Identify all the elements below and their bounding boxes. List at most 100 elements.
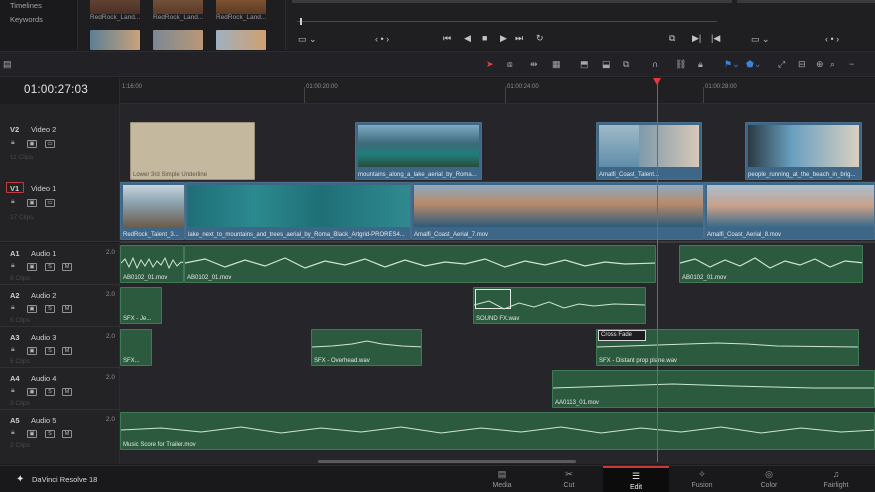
lock-icon[interactable]: 🔒︎ xyxy=(11,262,15,270)
auto-track-icon[interactable]: ▣ xyxy=(27,199,37,207)
v1-lake-clip[interactable]: lake_next_to_mountains_and_trees_aerial_… xyxy=(185,182,411,240)
a3-distant-prop-clip[interactable]: Cross Fade SFX - Distant prop plane.wav xyxy=(596,329,859,366)
a4-clip[interactable]: AA0113_01.mov xyxy=(552,370,875,408)
auto-track-icon[interactable]: ▣ xyxy=(27,388,37,396)
record-jog-control-icon[interactable]: ‹ • › xyxy=(825,34,839,44)
position-lock-icon[interactable]: 🔒︎ xyxy=(698,59,703,69)
page-tab-media[interactable]: ▤ Media xyxy=(469,466,535,492)
zoom-custom-icon[interactable]: ⊕ xyxy=(816,59,824,69)
v2-title-clip[interactable]: Lower 3rd Simple Underline xyxy=(130,122,255,180)
viewer-scrubber[interactable] xyxy=(297,21,717,22)
v2-amalfi-talent-clip[interactable]: Amalfi_Coast_Talent... xyxy=(596,122,702,180)
page-tab-color[interactable]: ◎ Color xyxy=(736,466,802,492)
lock-icon[interactable]: 🔒︎ xyxy=(11,429,15,437)
track-name[interactable]: Audio 5 xyxy=(31,416,56,425)
playhead[interactable] xyxy=(657,78,658,462)
a3-overhead-clip[interactable]: SFX - Overhead.wav xyxy=(311,329,422,366)
linked-selection-icon[interactable]: ⛓ xyxy=(675,59,686,69)
v1-amalfi8-clip[interactable]: Amalfi_Coast_Aerial_8.mov xyxy=(704,182,875,240)
auto-track-icon[interactable]: ▣ xyxy=(27,305,37,313)
v2-people-clip[interactable]: people_running_at_the_beach_in_brig... xyxy=(745,122,862,180)
a2-sound-fx-clip[interactable]: SOUND FX.wav xyxy=(473,287,646,324)
insert-clip-icon[interactable]: ⬒ xyxy=(580,59,589,69)
page-tab-fairlight[interactable]: ♫ Fairlight xyxy=(803,466,869,492)
a3-clip-left[interactable]: SFX... xyxy=(120,329,152,366)
solo-button[interactable]: S xyxy=(45,263,55,271)
page-tab-cut[interactable]: ✂ Cut xyxy=(536,466,602,492)
overwrite-clip-icon[interactable]: ⬓ xyxy=(602,59,611,69)
zoom-out-icon[interactable]: − xyxy=(849,59,854,69)
match-frame-icon[interactable]: ⧉ xyxy=(669,33,675,44)
zoom-full-icon[interactable]: ⤢ xyxy=(778,59,785,69)
solo-button[interactable]: S xyxy=(45,388,55,396)
a1-clip-main[interactable]: AB0102_01.mov xyxy=(184,245,656,283)
track-name[interactable]: Video 2 xyxy=(31,125,56,134)
previous-clip-icon[interactable]: |◀ xyxy=(711,33,720,44)
mute-button[interactable]: M xyxy=(62,305,72,313)
solo-button[interactable]: S xyxy=(45,305,55,313)
jog-control-icon[interactable]: ‹ • › xyxy=(375,34,389,44)
lock-icon[interactable]: 🔒︎ xyxy=(11,139,15,147)
loop-icon[interactable]: ↻ xyxy=(536,33,544,44)
media-thumbnail[interactable] xyxy=(153,0,203,14)
v1-amalfi7-clip[interactable]: Amalfi_Coast_Aerial_7.mov xyxy=(411,182,704,240)
lock-icon[interactable]: 🔒︎ xyxy=(11,346,15,354)
snapping-icon[interactable]: ∩ xyxy=(652,59,658,69)
next-clip-icon[interactable]: ▶| xyxy=(692,33,701,44)
track-name[interactable]: Audio 4 xyxy=(31,374,56,383)
solo-button[interactable]: S xyxy=(45,430,55,438)
auto-track-icon[interactable]: ▣ xyxy=(27,263,37,271)
go-to-start-icon[interactable]: ⏮ xyxy=(443,33,451,44)
play-icon[interactable]: ▶ xyxy=(500,33,507,44)
auto-track-icon[interactable]: ▣ xyxy=(27,430,37,438)
a5-music-clip[interactable]: Music Score for Trailer.mov xyxy=(120,412,875,450)
sidebar-item-keywords[interactable]: Keywords xyxy=(10,15,43,24)
a1-clip-left[interactable]: AB0102_01.mov xyxy=(120,245,184,283)
track-name[interactable]: Audio 3 xyxy=(31,333,56,342)
media-thumbnail[interactable] xyxy=(216,30,266,50)
record-viewer-layout-icon[interactable]: ▭ ⌄ xyxy=(751,34,770,45)
flag-icon[interactable]: ⚑⌄ xyxy=(724,59,740,69)
lock-icon[interactable]: 🔒︎ xyxy=(11,198,15,206)
v1-redrock-clip[interactable]: RedRock_Talent_3... xyxy=(120,182,185,240)
track-visibility-icon[interactable]: ▭ xyxy=(45,140,55,148)
track-name[interactable]: Video 1 xyxy=(31,184,56,193)
zoom-detail-icon[interactable]: ⊟ xyxy=(798,59,806,69)
timecode-display[interactable]: 01:00:27:03 xyxy=(0,78,120,104)
track-name[interactable]: Audio 2 xyxy=(31,291,56,300)
media-thumbnail[interactable] xyxy=(153,30,203,50)
zoom-search-icon[interactable]: ⌕ xyxy=(830,59,835,69)
media-thumbnail[interactable] xyxy=(90,0,140,14)
mute-button[interactable]: M xyxy=(62,430,72,438)
media-thumbnail[interactable] xyxy=(216,0,266,14)
timeline-scrollbar[interactable] xyxy=(318,460,576,463)
timeline-view-options-icon[interactable]: ▤ xyxy=(3,59,12,69)
a1-clip-right[interactable]: AB0102_01.mov xyxy=(679,245,863,283)
media-thumbnail[interactable] xyxy=(90,30,140,50)
mute-button[interactable]: M xyxy=(62,347,72,355)
marker-icon[interactable]: ⬟⌄ xyxy=(746,59,761,69)
page-tab-edit[interactable]: ☰ Edit xyxy=(603,466,669,492)
sidebar-item-timelines[interactable]: Timelines xyxy=(10,1,42,10)
scrubber-handle[interactable] xyxy=(300,18,302,25)
track-name[interactable]: Audio 1 xyxy=(31,249,56,258)
trim-tool-icon[interactable]: ⧈ xyxy=(507,59,513,69)
step-back-icon[interactable]: ◀ xyxy=(464,33,471,44)
solo-button[interactable]: S xyxy=(45,347,55,355)
lock-icon[interactable]: 🔒︎ xyxy=(11,304,15,312)
auto-track-icon[interactable]: ▣ xyxy=(27,347,37,355)
timeline-ruler[interactable]: 1:16:00 01:00:20:00 01:00:24:00 01:00:28… xyxy=(120,78,875,104)
auto-track-icon[interactable]: ▣ xyxy=(27,140,37,148)
playhead-handle[interactable] xyxy=(653,78,661,85)
lock-icon[interactable]: 🔒︎ xyxy=(11,387,15,395)
dynamic-trim-icon[interactable]: ⇹ xyxy=(530,59,538,69)
track-visibility-icon[interactable]: ▭ xyxy=(45,199,55,207)
mute-button[interactable]: M xyxy=(62,388,72,396)
selection-tool-icon[interactable]: ➤ xyxy=(486,59,494,69)
page-tab-fusion[interactable]: ✧ Fusion xyxy=(669,466,735,492)
go-to-end-icon[interactable]: ⏭ xyxy=(515,33,523,44)
stop-icon[interactable]: ■ xyxy=(482,33,487,43)
blade-tool-icon[interactable]: ▦ xyxy=(552,59,561,69)
a2-clip-left[interactable]: SFX - Je... xyxy=(120,287,162,324)
viewer-layout-icon[interactable]: ▭ ⌄ xyxy=(298,34,317,45)
